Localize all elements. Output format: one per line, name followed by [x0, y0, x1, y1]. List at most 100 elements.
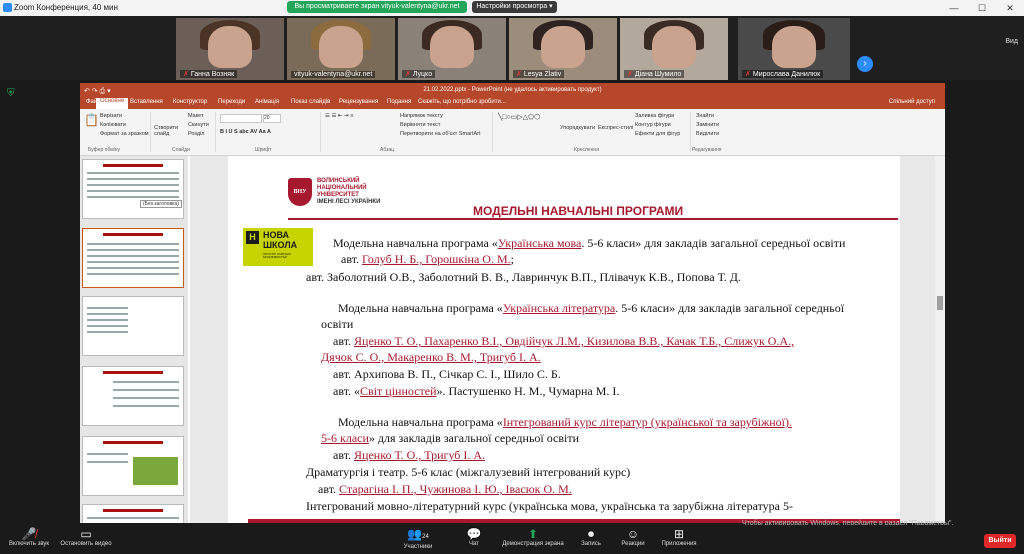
clipboard-group-label: Буфер обміну: [88, 147, 121, 153]
shapes-gallery[interactable]: ╲□○▭▷△⬠⬡: [498, 113, 540, 121]
window-titlebar: Zoom Конференция, 40 мин Вы просматривае…: [0, 0, 1024, 16]
slide-text-line: авт. Яценко Т. О., Тригуб І. А.: [333, 448, 486, 462]
participant-tile[interactable]: ✗ Мирослава Данилюк: [738, 18, 850, 80]
font-name-field[interactable]: [220, 114, 262, 123]
slide-thumbnail[interactable]: [82, 228, 184, 288]
vertical-scrollbar[interactable]: [935, 156, 945, 523]
participant-tile[interactable]: ✗ Діана Шумило: [620, 18, 728, 80]
security-shield-icon[interactable]: ⛨: [7, 88, 15, 99]
mic-muted-icon: ✗: [745, 71, 751, 78]
slide-text-line: Драматургія і театр. 5-6 клас (міжгалузе…: [306, 465, 631, 479]
tab-design[interactable]: Конструктор: [173, 99, 207, 105]
leave-meeting-button[interactable]: Выйти: [984, 534, 1016, 548]
participant-name: Мирослава Данилюк: [752, 71, 821, 78]
window-title: Zoom Конференция, 40 мин: [14, 3, 118, 12]
slides-group-label: Слайди: [172, 147, 190, 153]
layout-button[interactable]: Макет: [188, 113, 204, 119]
reset-button[interactable]: Скинути: [188, 122, 209, 128]
share-screen-button[interactable]: ⬆ Демонстрация экрана: [498, 527, 568, 547]
slide-text-line: авт. Архипова В. П., Січкар С. І., Шило …: [333, 367, 561, 381]
powerpoint-title: 21.02.2022.pptx - PowerPoint (не удалось…: [423, 87, 602, 93]
paste-icon[interactable]: 📋: [84, 113, 99, 127]
text-direction-button[interactable]: Напрямок тексту: [400, 113, 443, 119]
tab-transitions[interactable]: Переходи: [218, 99, 245, 105]
apps-button[interactable]: ⊞ Приложения: [654, 527, 704, 547]
share-screen-icon: ⬆: [527, 527, 539, 541]
ribbon-home: 📋 Вирізати Копіювати Формат за зразком Б…: [80, 109, 945, 156]
align-text-button[interactable]: Вирівняти текст: [400, 122, 440, 128]
slide-thumbnail[interactable]: [82, 436, 184, 496]
ribbon-tabs: Файл Основне Вставлення Конструктор Пере…: [80, 97, 945, 109]
quick-styles-button[interactable]: Експрес-стилі: [598, 125, 633, 131]
title-divider: [288, 218, 898, 220]
participant-gallery: ✗ Ганна Возняк vityuk-valentyna@ukr.net ✗…: [0, 16, 1024, 80]
arrange-button[interactable]: Упорядкувати: [560, 125, 595, 131]
smartart-button[interactable]: Перетворити на об'єкт SmartArt: [400, 131, 481, 137]
font-format-buttons[interactable]: B I U S abc AV Aa A: [220, 129, 271, 135]
reactions-button[interactable]: ☺ Реакции: [616, 527, 650, 547]
tell-me-box[interactable]: Скажіть, що потрібно зробити...: [418, 99, 506, 105]
video-camera-icon: ▭: [80, 527, 92, 541]
slide-title: МОДЕЛЬНІ НАВЧАЛЬНІ ПРОГРАМИ: [473, 204, 684, 218]
participant-name: vityuk-valentyna@ukr.net: [294, 71, 373, 78]
slide-text-line: Модельна навчальна програма «Українська …: [333, 236, 846, 250]
participant-tile[interactable]: vityuk-valentyna@ukr.net: [287, 18, 395, 80]
font-size-field[interactable]: 20: [263, 114, 281, 123]
tab-slideshow[interactable]: Показ слайдів: [291, 99, 330, 105]
editing-group-label: Редагування: [692, 147, 722, 153]
next-page-icon[interactable]: ›: [857, 56, 873, 72]
slide-thumbnail[interactable]: (Без заголовка): [82, 159, 184, 219]
current-slide[interactable]: ВНУ ВОЛИНСЬКИЙ НАЦІОНАЛЬНИЙ УНІВЕРСИТЕТ …: [228, 156, 900, 523]
participant-tile[interactable]: ✗ Ганна Возняк: [176, 18, 284, 80]
participant-tile[interactable]: ✗ Lesya Zlativ: [509, 18, 617, 80]
gallery-view-button[interactable]: Вид: [1005, 38, 1018, 45]
mic-muted-icon: ✗: [405, 71, 411, 78]
participant-name: Lesya Zlativ: [523, 71, 562, 78]
share-button[interactable]: Спільний доступ: [889, 99, 935, 105]
list-buttons[interactable]: ☰ ☰ ⇤ ⇥ ≡: [325, 113, 353, 119]
slide-text-line: освіти: [321, 317, 354, 331]
record-icon: ⏺: [587, 527, 594, 541]
new-slide-button[interactable]: Створити слайд: [154, 125, 180, 137]
tab-review[interactable]: Рецензування: [339, 99, 378, 105]
view-options-button[interactable]: Настройки просмотра ▾: [472, 1, 557, 13]
maximize-button[interactable]: ☐: [968, 0, 996, 16]
meeting-toolbar: 🎤̸ Включить звук ▭ Остановить видео 👥24 …: [0, 525, 1024, 554]
participant-name: Ганна Возняк: [190, 71, 235, 78]
copy-button[interactable]: Копіювати: [100, 122, 126, 128]
slide-thumbnail[interactable]: [82, 504, 184, 523]
tab-view[interactable]: Подання: [387, 99, 411, 105]
tab-insert[interactable]: Вставлення: [130, 99, 163, 105]
record-button[interactable]: ⏺ Запись: [576, 527, 606, 547]
nova-shkola-logo: Н НОВА ШКОЛА ПРОСТІР ОСВІТНІХ МОЖЛИВОСТЕ…: [243, 228, 313, 266]
tab-animation[interactable]: Анімація: [255, 99, 279, 105]
participant-tile[interactable]: ✗ Луцко: [398, 18, 506, 80]
powerpoint-titlebar: ↶ ↷ ⎙ ▾ 21.02.2022.pptx - PowerPoint (не…: [80, 83, 945, 97]
university-logo: ВНУ: [288, 178, 312, 206]
slide-thumbnail[interactable]: [82, 296, 184, 356]
participants-count: 24: [422, 534, 429, 540]
cut-button[interactable]: Вирізати: [100, 113, 122, 119]
shape-effects-button[interactable]: Ефекти для фігур: [635, 131, 680, 137]
select-button[interactable]: Виділити: [696, 131, 719, 137]
slide-text-line: авт. Голуб Н. Б., Горошкіна О. М.;: [341, 252, 514, 266]
university-name: ВОЛИНСЬКИЙ НАЦІОНАЛЬНИЙ УНІВЕРСИТЕТ ІМЕН…: [317, 178, 381, 205]
close-button[interactable]: ✕: [996, 0, 1024, 16]
unmute-button[interactable]: 🎤̸ Включить звук: [4, 527, 54, 547]
shape-fill-button[interactable]: Заливка фігури: [635, 113, 674, 119]
replace-button[interactable]: Замінити: [696, 122, 719, 128]
minimize-button[interactable]: —: [940, 0, 968, 16]
find-button[interactable]: Знайти: [696, 113, 714, 119]
mic-muted-icon: 🎤̸: [21, 527, 37, 541]
section-button[interactable]: Розділ: [188, 131, 204, 137]
apps-icon: ⊞: [673, 527, 685, 541]
tab-home[interactable]: Основне: [96, 98, 129, 109]
format-painter-button[interactable]: Формат за зразком: [100, 131, 149, 137]
slide-text-line: авт. «Світ цінностей». Пастушенко Н. М.,…: [333, 384, 620, 398]
participants-button[interactable]: 👥24 Участники: [398, 527, 438, 550]
slide-thumbnail[interactable]: [82, 366, 184, 426]
slide-text-line: авт. Яценко Т. О., Пахаренко В.І., Овдій…: [333, 334, 795, 348]
chat-button[interactable]: 💬 Чат: [462, 527, 486, 547]
stop-video-button[interactable]: ▭ Остановить видео: [56, 527, 116, 547]
shape-outline-button[interactable]: Контур фігури: [635, 122, 671, 128]
